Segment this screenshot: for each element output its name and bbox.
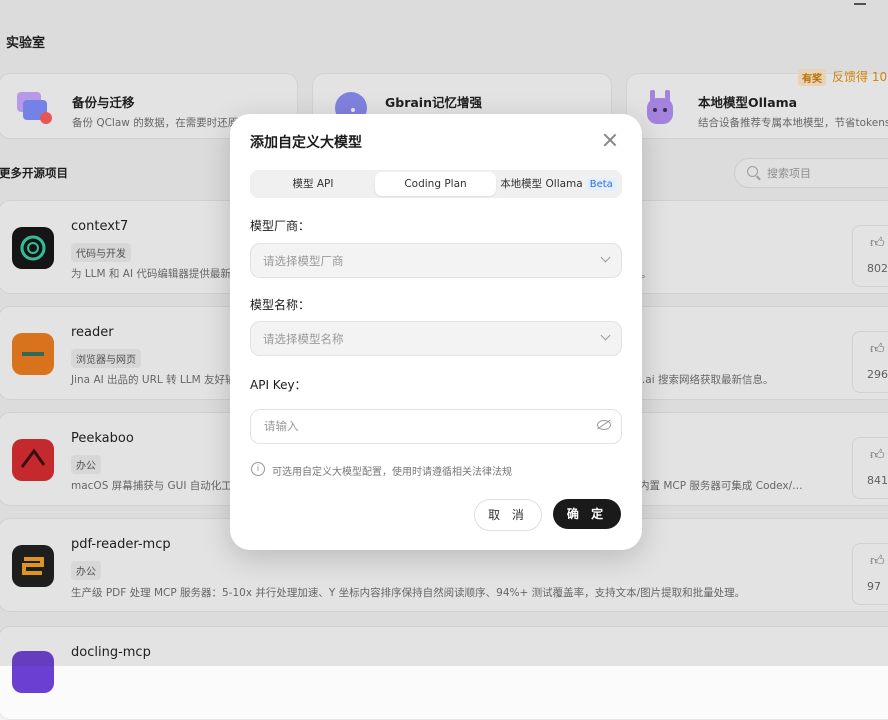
beta-badge: Beta xyxy=(585,178,617,191)
eye-off-icon[interactable] xyxy=(597,420,611,430)
model-name-label: 模型名称： xyxy=(250,298,311,312)
model-name-placeholder: 请选择模型名称 xyxy=(263,332,344,346)
tab-local-ollama[interactable]: 本地模型 Ollama Beta xyxy=(497,172,620,196)
chevron-down-icon xyxy=(600,330,611,341)
close-icon[interactable] xyxy=(602,132,618,148)
add-custom-model-dialog: 添加自定义大模型 模型 API Coding Plan 本地模型 Ollama B… xyxy=(230,114,642,550)
model-type-tabs: 模型 API Coding Plan 本地模型 Ollama Beta xyxy=(250,170,622,198)
tab-coding-plan[interactable]: Coding Plan xyxy=(375,172,496,196)
api-key-field[interactable] xyxy=(250,409,622,444)
api-key-input[interactable] xyxy=(262,418,586,434)
model-name-select[interactable]: 请选择模型名称 xyxy=(250,321,622,356)
info-icon: i xyxy=(251,462,265,476)
vendor-select[interactable]: 请选择模型厂商 xyxy=(250,243,622,278)
confirm-button[interactable]: 确 定 xyxy=(553,499,621,529)
chevron-down-icon xyxy=(600,252,611,263)
legal-hint: 可选用自定义大模型配置，使用时请遵循相关法律法规 xyxy=(272,467,512,478)
dialog-title: 添加自定义大模型 xyxy=(250,135,362,151)
api-key-label: API Key： xyxy=(250,378,307,392)
vendor-placeholder: 请选择模型厂商 xyxy=(263,254,344,268)
cancel-button[interactable]: 取 消 xyxy=(474,499,542,531)
tab-model-api[interactable]: 模型 API xyxy=(252,172,374,196)
vendor-label: 模型厂商： xyxy=(250,219,311,233)
